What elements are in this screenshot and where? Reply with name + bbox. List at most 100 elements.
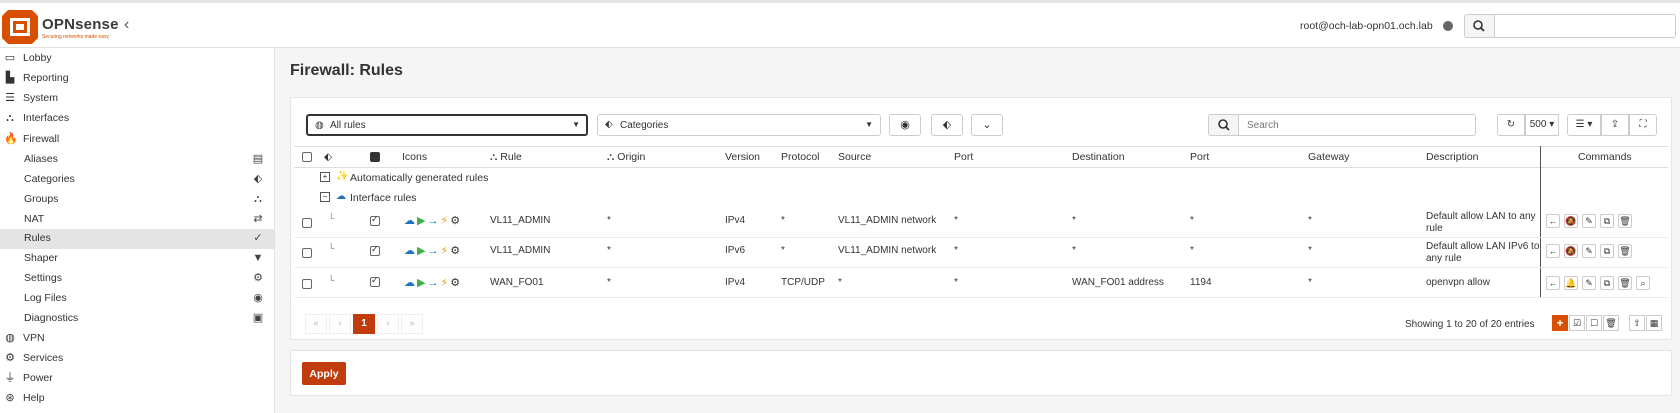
enable-selected-button[interactable]: ☑ <box>1569 315 1585 331</box>
sidebar-item-help[interactable]: ⊛ Help <box>0 389 275 409</box>
export-button[interactable]: ⇪ <box>1601 114 1629 136</box>
apply-button[interactable]: Apply <box>302 362 346 385</box>
bolt-icon: ⚡ <box>440 215 451 227</box>
next-page-button[interactable]: › <box>377 314 399 334</box>
sidebar-item-log-files[interactable]: Log Files ◉ <box>0 289 275 309</box>
column-header-source[interactable]: Source <box>838 151 871 163</box>
current-page-button[interactable]: 1 <box>353 314 375 334</box>
sidebar-item-settings[interactable]: Settings ⚙ <box>0 269 275 289</box>
play-icon: ▶ <box>417 277 428 289</box>
double-chevron-down-icon: ⌄ <box>982 119 992 131</box>
last-page-button[interactable]: » <box>401 314 423 334</box>
move-before-icon[interactable]: ← <box>1546 276 1560 290</box>
sidebar-item-rules[interactable]: Rules ✓ <box>0 229 275 249</box>
log-disabled-icon[interactable]: 🔕 <box>1564 244 1578 258</box>
expand-icon[interactable]: + <box>320 172 330 182</box>
toggle-categories-button[interactable]: ⬖ <box>931 114 963 136</box>
column-header-description[interactable]: Description <box>1426 151 1479 163</box>
delete-icon[interactable]: 🗑 <box>1618 276 1632 290</box>
columns-select[interactable]: ☰ ▾ <box>1567 114 1601 136</box>
edit-icon[interactable]: ✎ <box>1582 244 1596 258</box>
column-header-rule[interactable]: ⛬ Rule <box>490 151 522 164</box>
delete-icon[interactable]: 🗑 <box>1618 214 1632 228</box>
cog-icon: ⚙ <box>450 277 463 289</box>
select-all-checkbox[interactable] <box>302 152 312 162</box>
grid-search-input[interactable] <box>1238 114 1476 136</box>
top-search-button[interactable] <box>1464 14 1494 38</box>
collapse-sidebar-icon[interactable]: ‹ <box>124 16 129 34</box>
sidebar-item-aliases[interactable]: Aliases ▤ <box>0 150 275 170</box>
first-page-button[interactable]: « <box>305 314 327 334</box>
sidebar-item-nat[interactable]: NAT ⇄ <box>0 210 275 230</box>
column-header-version[interactable]: Version <box>725 151 760 163</box>
fullscreen-button[interactable]: ⛶ <box>1629 114 1657 136</box>
toggle-inspect-button[interactable]: ◉ <box>889 114 921 136</box>
eye-icon: ◉ <box>900 119 910 131</box>
clone-icon[interactable]: ⧉ <box>1600 276 1614 290</box>
edit-icon[interactable]: ✎ <box>1582 214 1596 228</box>
arrow-right-icon: → <box>427 277 441 289</box>
enabled-toggle[interactable] <box>370 244 380 256</box>
sidebar-item-vpn[interactable]: ◍ VPN <box>0 329 275 349</box>
column-header-gateway[interactable]: Gateway <box>1308 151 1349 163</box>
delete-icon[interactable]: 🗑 <box>1618 244 1632 258</box>
page-size-value: 500 <box>1529 119 1547 130</box>
delete-selected-button[interactable]: 🗑 <box>1603 315 1619 331</box>
clone-icon[interactable]: ⧉ <box>1600 244 1614 258</box>
table-icon[interactable]: ▦ <box>1646 315 1662 331</box>
categories-select[interactable]: ⬖ Categories ▼ <box>597 114 881 136</box>
row-checkbox[interactable] <box>302 218 312 228</box>
sidebar-item-reporting[interactable]: ▙ Reporting <box>0 69 275 89</box>
column-header-source-port[interactable]: Port <box>954 151 973 163</box>
sidebar-item-firewall[interactable]: 🔥 Firewall <box>0 130 275 150</box>
group-auto-generated[interactable]: + ✨ Automatically generated rules <box>294 169 1668 189</box>
search-icon[interactable]: ⌕ <box>1636 276 1650 290</box>
user-label[interactable]: root@och-lab-opn01.och.lab <box>1300 20 1433 32</box>
table-row[interactable]: └ ☁▶→⚡⚙ WAN_FO01 * IPv4 TCP/UDP * * WAN_… <box>294 269 1668 298</box>
cell-rule: VL11_ADMIN <box>490 245 551 256</box>
sidebar-item-label: Shaper <box>24 252 58 264</box>
status-indicator-icon[interactable] <box>1443 21 1453 31</box>
sidebar-item-interfaces[interactable]: ⛬ Interfaces <box>0 109 275 129</box>
move-before-icon[interactable]: ← <box>1546 244 1560 258</box>
group-interface-rules[interactable]: − ☁ Interface rules <box>294 189 1668 209</box>
column-header-destination-port[interactable]: Port <box>1190 151 1209 163</box>
disable-selected-button[interactable]: ☐ <box>1586 315 1602 331</box>
clone-icon[interactable]: ⧉ <box>1600 214 1614 228</box>
expand-all-button[interactable]: ⌄ <box>971 114 1003 136</box>
table-row[interactable]: └ ☁▶→⚡⚙ VL11_ADMIN * IPv6 * VL11_ADMIN n… <box>294 237 1668 268</box>
move-before-icon[interactable]: ← <box>1546 214 1560 228</box>
refresh-button[interactable]: ↻ <box>1497 114 1525 136</box>
log-disabled-icon[interactable]: 🔕 <box>1564 214 1578 228</box>
sidebar-item-system[interactable]: ☰ System <box>0 89 275 109</box>
table-header: ⬖ Icons ⛬ Rule ⛬ Origin Version Protocol… <box>294 146 1668 168</box>
sidebar-item-label: VPN <box>23 332 45 344</box>
row-checkbox[interactable] <box>302 248 312 258</box>
brand-logo[interactable]: OPNsense Securing networks made easy <box>2 6 152 44</box>
sidebar-item-power[interactable]: ⏚ Power <box>0 369 275 389</box>
top-search-input[interactable] <box>1494 14 1676 38</box>
column-header-protocol[interactable]: Protocol <box>781 151 820 163</box>
prev-page-button[interactable]: ‹ <box>329 314 351 334</box>
table-row[interactable]: └ ☁▶→⚡⚙ VL11_ADMIN * IPv4 * VL11_ADMIN n… <box>294 207 1668 238</box>
sidebar-item-lobby[interactable]: ▭ Lobby <box>0 49 275 69</box>
add-rule-button[interactable]: + <box>1552 315 1568 331</box>
rules-filter-select[interactable]: ◍ All rules ▼ <box>306 114 588 136</box>
collapse-icon[interactable]: − <box>320 192 330 202</box>
column-header-destination[interactable]: Destination <box>1072 151 1125 163</box>
sidebar-item-shaper[interactable]: Shaper ▼ <box>0 249 275 269</box>
column-header-origin[interactable]: ⛬ Origin <box>607 151 645 164</box>
sidebar-item-groups[interactable]: Groups ⛬ <box>0 190 275 210</box>
row-checkbox[interactable] <box>302 279 312 289</box>
upload-icon[interactable]: ⇧ <box>1629 315 1645 331</box>
page-size-select[interactable]: 500 ▾ <box>1525 114 1559 136</box>
laptop-icon: ▭ <box>4 52 16 64</box>
grid-search-button[interactable] <box>1208 114 1238 136</box>
log-enabled-icon[interactable]: 🔔 <box>1564 276 1578 290</box>
sidebar-item-services[interactable]: ⚙ Services <box>0 349 275 369</box>
enabled-toggle[interactable] <box>370 214 380 226</box>
edit-icon[interactable]: ✎ <box>1582 276 1596 290</box>
sidebar-item-categories[interactable]: Categories ⬖ <box>0 170 275 190</box>
enabled-toggle[interactable] <box>370 275 380 287</box>
sidebar-item-diagnostics[interactable]: Diagnostics ▣ <box>0 309 275 329</box>
